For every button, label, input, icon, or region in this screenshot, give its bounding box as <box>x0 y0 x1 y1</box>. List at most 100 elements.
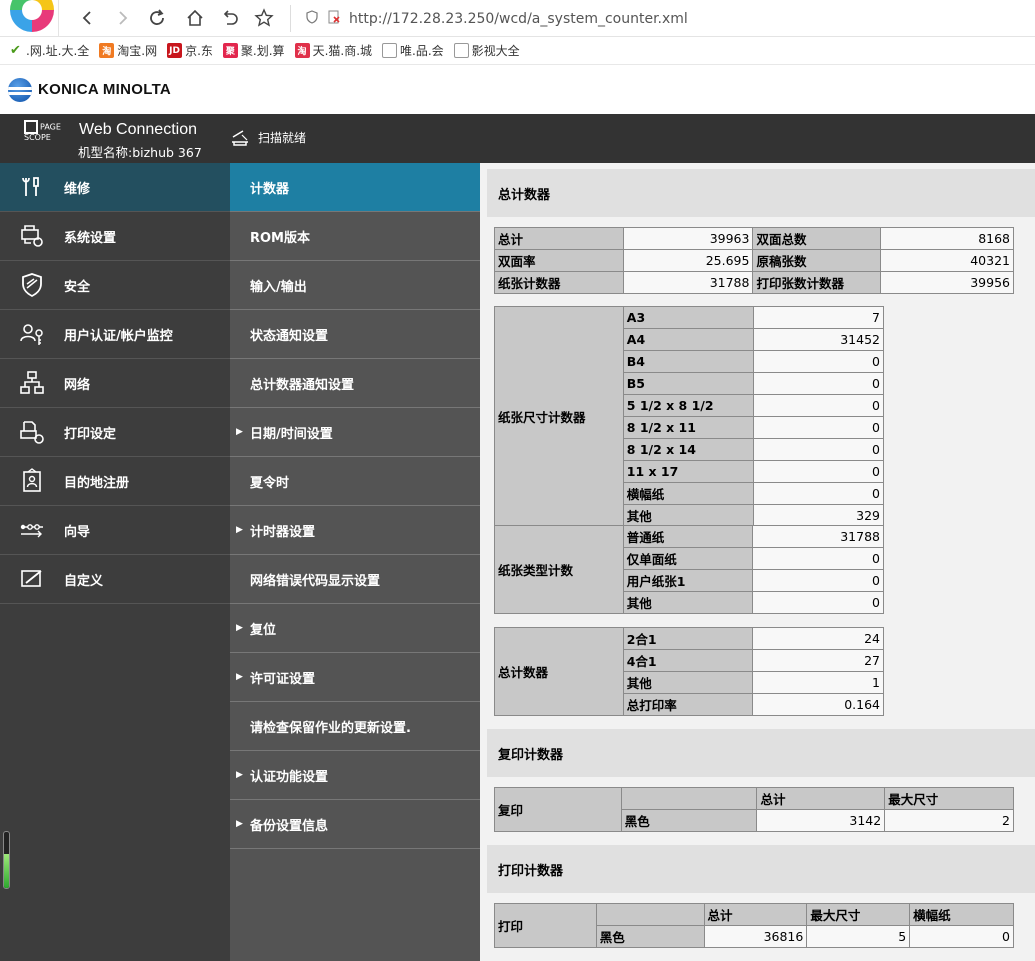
subnav-item-counter-notification[interactable]: 总计数器通知设置 <box>230 359 480 408</box>
address-bar[interactable]: http://172.28.23.250/wcd/a_system_counte… <box>290 5 1030 32</box>
counter-label: B4 <box>622 350 754 373</box>
main-content: 总计数器 总计 39963 双面总数 8168 双面率 25.695 原稿张数 … <box>480 163 1035 961</box>
column-header: 总计 <box>703 903 808 926</box>
counter-label: 普通纸 <box>622 525 754 548</box>
subnav-item-counter[interactable]: 计数器 <box>230 163 480 212</box>
subnav-item-auth-function[interactable]: ▶ 认证功能设置 <box>230 751 480 800</box>
sidebar-item-label: 用户认证/帐户监控 <box>64 328 173 344</box>
subnav-label: 夏令时 <box>250 475 290 491</box>
bookmark-label: .网.址.大.全 <box>26 44 90 58</box>
sidebar-item-wizard[interactable]: 向导 <box>0 506 230 555</box>
subnav-item-rom-version[interactable]: ROM版本 <box>230 212 480 261</box>
sidebar-item-system-settings[interactable]: 系统设置 <box>0 212 230 261</box>
counter-label: 原稿张数 <box>752 249 882 272</box>
subnav-label: 总计数器通知设置 <box>250 377 355 393</box>
section-title-print-counter: 打印计数器 <box>487 845 1035 893</box>
subnav-item-reset[interactable]: ▶ 复位 <box>230 604 480 653</box>
status-progress-bar <box>3 831 10 889</box>
counter-label: 黑色 <box>620 809 758 832</box>
sidebar-item-maintenance[interactable]: 维修 <box>0 163 230 212</box>
bookmark-item[interactable]: ✔ .网.址.大.全 <box>8 42 89 59</box>
star-icon <box>254 8 274 27</box>
bookmark-label: 淘宝.网 <box>117 44 158 58</box>
shield-icon <box>0 261 64 310</box>
expand-arrow-icon: ▶ <box>236 525 243 535</box>
counter-label: 总打印率 <box>622 693 754 716</box>
sidebar-item-label: 向导 <box>64 524 91 540</box>
url-text[interactable]: http://172.28.23.250/wcd/a_system_counte… <box>349 11 688 27</box>
subnav-item-backup[interactable]: ▶ 备份设置信息 <box>230 800 480 849</box>
sidebar-item-security[interactable]: 安全 <box>0 261 230 310</box>
app-title: Web Connection <box>79 121 197 138</box>
bookmark-item[interactable]: 淘 淘宝.网 <box>99 42 157 59</box>
bookmark-label: 天.猫.商.城 <box>312 44 373 58</box>
counter-label: 黑色 <box>595 925 705 948</box>
counter-value: 5 <box>806 925 911 948</box>
column-header: 最大尺寸 <box>806 903 911 926</box>
counter-value: 0.164 <box>752 693 884 716</box>
address-book-icon <box>0 457 64 506</box>
table-row: 纸张类型计数 普通纸 31788 <box>494 525 884 614</box>
subnav-item-daylight-saving[interactable]: 夏令时 <box>230 457 480 506</box>
back-button[interactable] <box>76 6 100 30</box>
home-button[interactable] <box>183 6 207 30</box>
total-summary-table: 总计 39963 双面总数 8168 双面率 25.695 原稿张数 40321… <box>494 227 1014 294</box>
sidebar-item-user-auth[interactable]: 用户认证/帐户监控 <box>0 310 230 359</box>
subnav-item-license[interactable]: ▶ 许可证设置 <box>230 653 480 702</box>
bookmark-item[interactable]: 影视大全 <box>453 42 520 59</box>
sidebar-item-customize[interactable]: 自定义 <box>0 555 230 604</box>
counter-label: 5 1/2 x 8 1/2 <box>622 394 754 417</box>
browser-logo-icon[interactable] <box>10 0 54 32</box>
counter-value: 0 <box>752 591 884 614</box>
counter-label: A4 <box>622 328 754 351</box>
shield-icon[interactable] <box>305 9 319 28</box>
column-header: 总计 <box>756 787 886 810</box>
sidebar-item-label: 网络 <box>64 377 91 393</box>
expand-arrow-icon: ▶ <box>236 819 243 829</box>
counter-label: A3 <box>622 306 754 329</box>
subnav-item-timer[interactable]: ▶ 计时器设置 <box>230 506 480 555</box>
bookmark-item[interactable]: 聚 聚.划.算 <box>222 42 285 59</box>
reload-button[interactable] <box>145 6 169 30</box>
counter-value: 0 <box>909 925 1014 948</box>
chevron-left-icon <box>82 11 91 25</box>
sidebar-item-address-book[interactable]: 目的地注册 <box>0 457 230 506</box>
sidebar-item-print-settings[interactable]: 打印设定 <box>0 408 230 457</box>
bookmark-label: 京.东 <box>185 44 213 58</box>
pagescope-logo: PAGE SCOPE <box>24 120 72 142</box>
forward-button[interactable] <box>110 6 134 30</box>
undo-icon <box>223 10 238 25</box>
subnav-item-date-time[interactable]: ▶ 日期/时间设置 <box>230 408 480 457</box>
subnav-item-network-error-code[interactable]: 网络错误代码显示设置 <box>230 555 480 604</box>
insecure-page-icon[interactable] <box>327 10 341 27</box>
counter-label: 8 1/2 x 11 <box>622 416 754 439</box>
sidebar: 维修 系统设置 安全 用户认证/帐户监控 网络 打印设定 目的地注册 向导 自定… <box>0 163 230 961</box>
subnav-item-input-output[interactable]: 输入/输出 <box>230 261 480 310</box>
undo-button[interactable] <box>218 6 242 30</box>
table-row: 复印 总计 最大尺寸 <box>494 787 1014 832</box>
progress-fill <box>4 854 9 888</box>
subnav-label: 计数器 <box>250 181 290 197</box>
counter-value: 0 <box>752 460 885 483</box>
bookmark-item[interactable]: JD 京.东 <box>167 42 213 59</box>
subnav-label: 请检查保留作业的更新设置. <box>250 720 411 736</box>
counter-value: 0 <box>752 350 885 373</box>
sidebar-item-network[interactable]: 网络 <box>0 359 230 408</box>
bookmark-item[interactable]: 唯.品.会 <box>382 42 444 59</box>
brand-header: KONICA MINOLTA <box>0 65 1035 114</box>
counter-value: 0 <box>752 569 884 592</box>
checkmark-icon: ✔ <box>8 43 23 58</box>
counter-value: 0 <box>752 394 885 417</box>
table-row: 总计数器 2合1 24 <box>494 627 884 716</box>
bookmark-star-button[interactable] <box>252 6 276 30</box>
group-label: 复印 <box>494 787 622 832</box>
subnav-item-held-job-update[interactable]: 请检查保留作业的更新设置. <box>230 702 480 751</box>
bookmark-item[interactable]: 淘 天.猫.商.城 <box>294 42 373 59</box>
subnav-item-status-notification[interactable]: 状态通知设置 <box>230 310 480 359</box>
sidebar-item-label: 系统设置 <box>64 230 117 246</box>
counter-value: 31452 <box>752 328 885 351</box>
user-key-icon <box>0 310 64 359</box>
print-counter-table: 打印 总计 最大尺寸 横幅纸 黑色 36816 5 0 <box>494 903 1014 948</box>
scan-status-text: 扫描就绪 <box>258 130 307 145</box>
paper-size-table: 纸张尺寸计数器 A3 7 A4 31452 B4 0 B5 0 5 1/2 x 8 1… <box>494 306 885 527</box>
